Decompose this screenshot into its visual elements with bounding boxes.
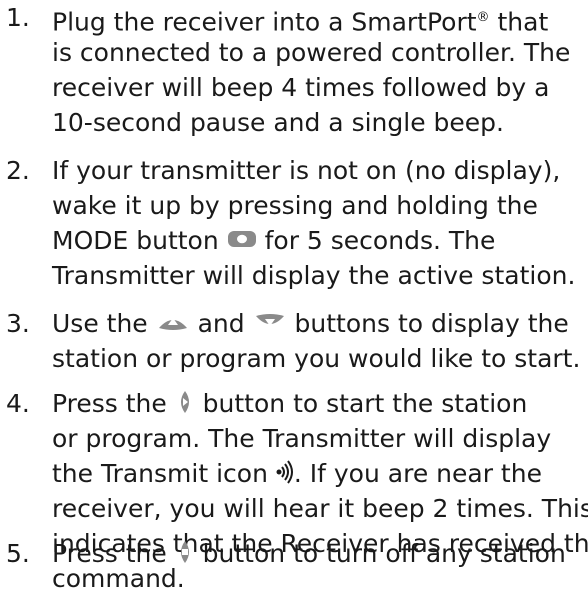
step-line: 10-second pause and a single beep.	[52, 108, 504, 137]
step-line: or program. The Transmitter will display	[52, 424, 552, 453]
mode-button-icon	[227, 230, 257, 248]
step-line: Use the and buttons to display the	[52, 309, 569, 338]
step-text: Press the button to turn off any station	[52, 536, 588, 571]
stop-button-icon	[175, 539, 195, 565]
step-line: receiver will beep 4 times followed by a	[52, 73, 550, 102]
step-text: Use the and buttons to display the stati…	[52, 306, 588, 376]
step-line: Plug the receiver into a SmartPort® that	[52, 7, 549, 37]
step-line: MODE button for 5 seconds. The	[52, 226, 496, 255]
down-arrow-button-icon	[253, 311, 287, 333]
up-arrow-button-icon	[156, 311, 190, 333]
start-button-icon	[175, 389, 195, 415]
step-line: receiver, you will hear it beep 2 times.…	[52, 494, 588, 523]
transmit-icon	[276, 460, 294, 484]
step-number: 1.	[6, 3, 30, 32]
step-line: Press the button to turn off any station	[52, 539, 566, 568]
step-line: wake it up by pressing and holding the	[52, 191, 538, 220]
step-line: Transmitter will display the active stat…	[52, 261, 576, 290]
step-line: If your transmitter is not on (no displa…	[52, 156, 561, 185]
step-number: 3.	[6, 309, 30, 338]
step-line: the Transmit icon . If you are near the	[52, 459, 542, 488]
step-line: station or program you would like to sta…	[52, 344, 581, 373]
step-text: If your transmitter is not on (no displa…	[52, 153, 588, 293]
registered-mark: ®	[476, 10, 490, 25]
step-text: Plug the receiver into a SmartPort® that…	[52, 0, 588, 140]
step-line: is connected to a powered controller. Th…	[52, 38, 571, 67]
step-number: 2.	[6, 156, 30, 185]
step-number: 4.	[6, 389, 30, 418]
step-line: Press the button to start the station	[52, 389, 528, 418]
step-number: 5.	[6, 539, 30, 568]
